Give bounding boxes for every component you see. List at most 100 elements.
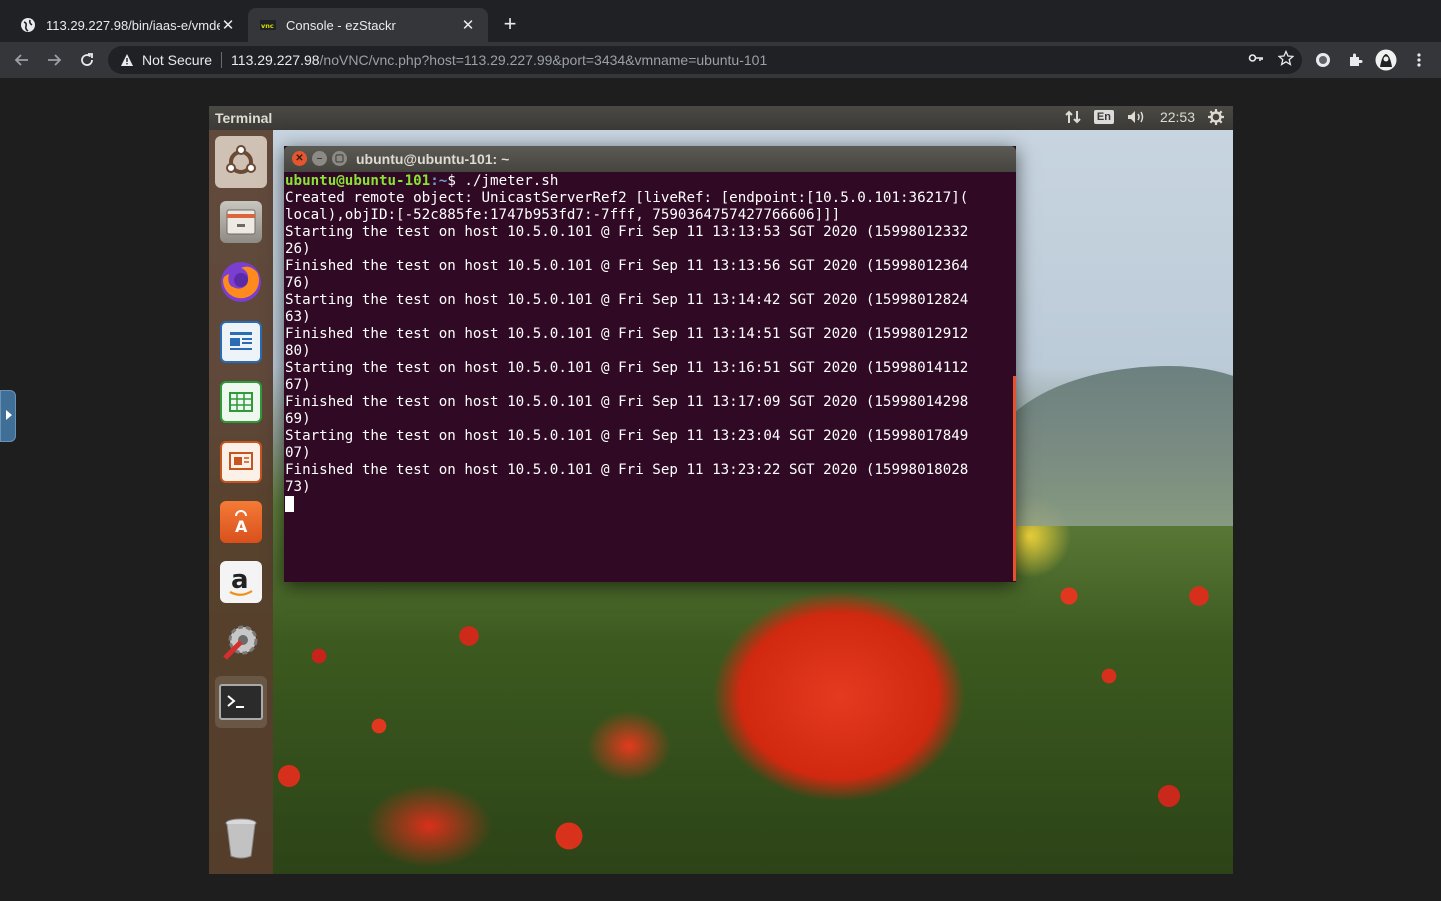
terminal-output[interactable]: ubuntu@ubuntu-101:~$ ./jmeter.sh Created… xyxy=(285,173,1013,577)
wrench-gear-icon xyxy=(223,625,258,660)
terminal-line: 67) xyxy=(285,377,311,393)
browser-menu-button[interactable] xyxy=(1407,48,1431,72)
novnc-page: Terminal En 22:53 A a ✕ – ▢ ubuntu@ubunt… xyxy=(0,78,1441,901)
terminal-line: Created remote object: UnicastServerRef2… xyxy=(285,190,969,206)
prompt-path: :~ xyxy=(430,173,448,189)
extensions-puzzle-icon[interactable] xyxy=(1343,48,1367,72)
prompt-symbol: $ xyxy=(447,173,465,189)
security-label[interactable]: Not Secure xyxy=(142,52,212,68)
close-tab-icon[interactable]: ✕ xyxy=(460,16,476,34)
window-close-button[interactable]: ✕ xyxy=(292,151,307,166)
terminal-output-lines: Created remote object: UnicastServerRef2… xyxy=(285,190,1013,496)
terminal-scrollbar[interactable] xyxy=(1013,376,1016,581)
prompt-user: ubuntu@ubuntu-101 xyxy=(285,173,431,189)
window-maximize-button[interactable]: ▢ xyxy=(332,151,347,166)
svg-text:A: A xyxy=(235,517,248,536)
file-cabinet-icon xyxy=(226,209,256,235)
launcher-trash[interactable] xyxy=(215,812,267,864)
document-writer-icon xyxy=(230,332,252,350)
presentation-icon xyxy=(229,452,253,470)
back-button[interactable] xyxy=(10,48,34,72)
vnc-screen[interactable]: Terminal En 22:53 A a ✕ – ▢ ubuntu@ubunt… xyxy=(209,106,1233,874)
vnc-icon: vnc xyxy=(260,17,276,33)
terminal-line: 76) xyxy=(285,275,311,291)
terminal-line: 07) xyxy=(285,445,311,461)
launcher-system-settings[interactable] xyxy=(215,616,267,668)
terminal-line: Starting the test on host 10.5.0.101 @ F… xyxy=(285,292,969,308)
launcher-terminal[interactable] xyxy=(215,676,267,728)
launcher-firefox[interactable] xyxy=(215,256,267,308)
url-host: 113.29.227.98 xyxy=(231,52,320,68)
ubuntu-top-panel: Terminal En 22:53 xyxy=(209,106,1233,130)
kebab-menu-icon xyxy=(1417,53,1421,67)
address-bar[interactable]: Not Secure 113.29.227.98/noVNC/vnc.php?h… xyxy=(108,46,1302,74)
terminal-line: 69) xyxy=(285,411,311,427)
browser-tab-strip: 113.29.227.98/bin/iaas-e/vmde ✕ vnc Cons… xyxy=(0,0,1441,42)
spreadsheet-icon xyxy=(229,392,253,412)
novnc-control-bar-handle[interactable] xyxy=(0,390,16,442)
terminal-cursor xyxy=(285,496,294,512)
terminal-window[interactable]: ✕ – ▢ ubuntu@ubuntu-101: ~ ubuntu@ubuntu… xyxy=(284,146,1016,582)
terminal-line: Finished the test on host 10.5.0.101 @ F… xyxy=(285,326,969,342)
extension-record-icon[interactable] xyxy=(1311,48,1335,72)
launcher-software-center[interactable]: A xyxy=(215,496,267,548)
terminal-line: Starting the test on host 10.5.0.101 @ F… xyxy=(285,428,969,444)
launcher-libreoffice-writer[interactable] xyxy=(215,316,267,368)
firefox-icon xyxy=(221,262,261,302)
reload-button[interactable] xyxy=(75,48,99,72)
launcher-files[interactable] xyxy=(215,196,267,248)
launcher-libreoffice-calc[interactable] xyxy=(215,376,267,428)
globe-icon xyxy=(20,17,36,33)
prompt-command: ./jmeter.sh xyxy=(464,173,559,189)
close-tab-icon[interactable]: ✕ xyxy=(220,16,236,34)
svg-text:vnc: vnc xyxy=(261,22,274,30)
reload-icon xyxy=(81,53,93,66)
tab-title: Console - ezStackr xyxy=(286,17,396,33)
terminal-line: Finished the test on host 10.5.0.101 @ F… xyxy=(285,462,969,478)
terminal-icon xyxy=(227,695,244,708)
browser-tab-iaas[interactable]: 113.29.227.98/bin/iaas-e/vmde ✕ xyxy=(8,8,248,42)
terminal-line: Finished the test on host 10.5.0.101 @ F… xyxy=(285,258,969,274)
terminal-line: 73) xyxy=(285,479,311,495)
ubuntu-logo-icon xyxy=(226,145,256,174)
forward-button[interactable] xyxy=(42,48,66,72)
terminal-line: 63) xyxy=(285,309,311,325)
active-app-title[interactable]: Terminal xyxy=(215,110,272,126)
key-icon[interactable] xyxy=(1248,50,1264,66)
amazon-logo-icon: a xyxy=(229,566,253,596)
launcher-amazon[interactable]: a xyxy=(215,556,267,608)
arrow-left-icon xyxy=(14,54,28,66)
terminal-line: 26) xyxy=(285,241,311,257)
gear-icon[interactable] xyxy=(1207,108,1225,126)
browser-tab-console[interactable]: vnc Console - ezStackr ✕ xyxy=(248,8,488,42)
terminal-line: local),objID:[-52c885fe:1747b953fd7:-7ff… xyxy=(285,207,841,223)
volume-icon[interactable] xyxy=(1126,109,1148,125)
new-tab-button[interactable]: + xyxy=(498,13,522,37)
keyboard-language-indicator[interactable]: En xyxy=(1093,110,1114,124)
profile-avatar[interactable] xyxy=(1374,48,1398,72)
launcher-libreoffice-impress[interactable] xyxy=(215,436,267,488)
unity-launcher: A a xyxy=(209,130,273,874)
shopping-bag-icon: A xyxy=(235,510,248,536)
arrow-right-icon xyxy=(48,54,62,66)
tab-title: 113.29.227.98/bin/iaas-e/vmde xyxy=(46,17,220,33)
terminal-window-title: ubuntu@ubuntu-101: ~ xyxy=(356,151,510,167)
bookmark-star-icon[interactable] xyxy=(1278,50,1294,66)
terminal-line: Finished the test on host 10.5.0.101 @ F… xyxy=(285,394,969,410)
browser-toolbar: Not Secure 113.29.227.98/noVNC/vnc.php?h… xyxy=(0,42,1441,78)
expand-arrow-icon xyxy=(6,410,12,420)
terminal-line: Starting the test on host 10.5.0.101 @ F… xyxy=(285,224,969,240)
terminal-line: 80) xyxy=(285,343,311,359)
omnibox-divider xyxy=(221,52,223,68)
network-transfer-icon[interactable] xyxy=(1064,109,1082,125)
launcher-dash-home[interactable] xyxy=(215,136,267,188)
wallpaper-poppies xyxy=(209,536,1233,874)
window-minimize-button[interactable]: – xyxy=(312,151,327,166)
url-path: /noVNC/vnc.php?host=113.29.227.99&port=3… xyxy=(319,52,768,68)
trash-icon xyxy=(225,818,257,859)
terminal-titlebar[interactable]: ✕ – ▢ ubuntu@ubuntu-101: ~ xyxy=(284,146,1016,172)
svg-text:a: a xyxy=(231,566,249,595)
terminal-line: Starting the test on host 10.5.0.101 @ F… xyxy=(285,360,969,376)
warning-icon xyxy=(121,54,133,66)
clock[interactable]: 22:53 xyxy=(1160,109,1195,125)
